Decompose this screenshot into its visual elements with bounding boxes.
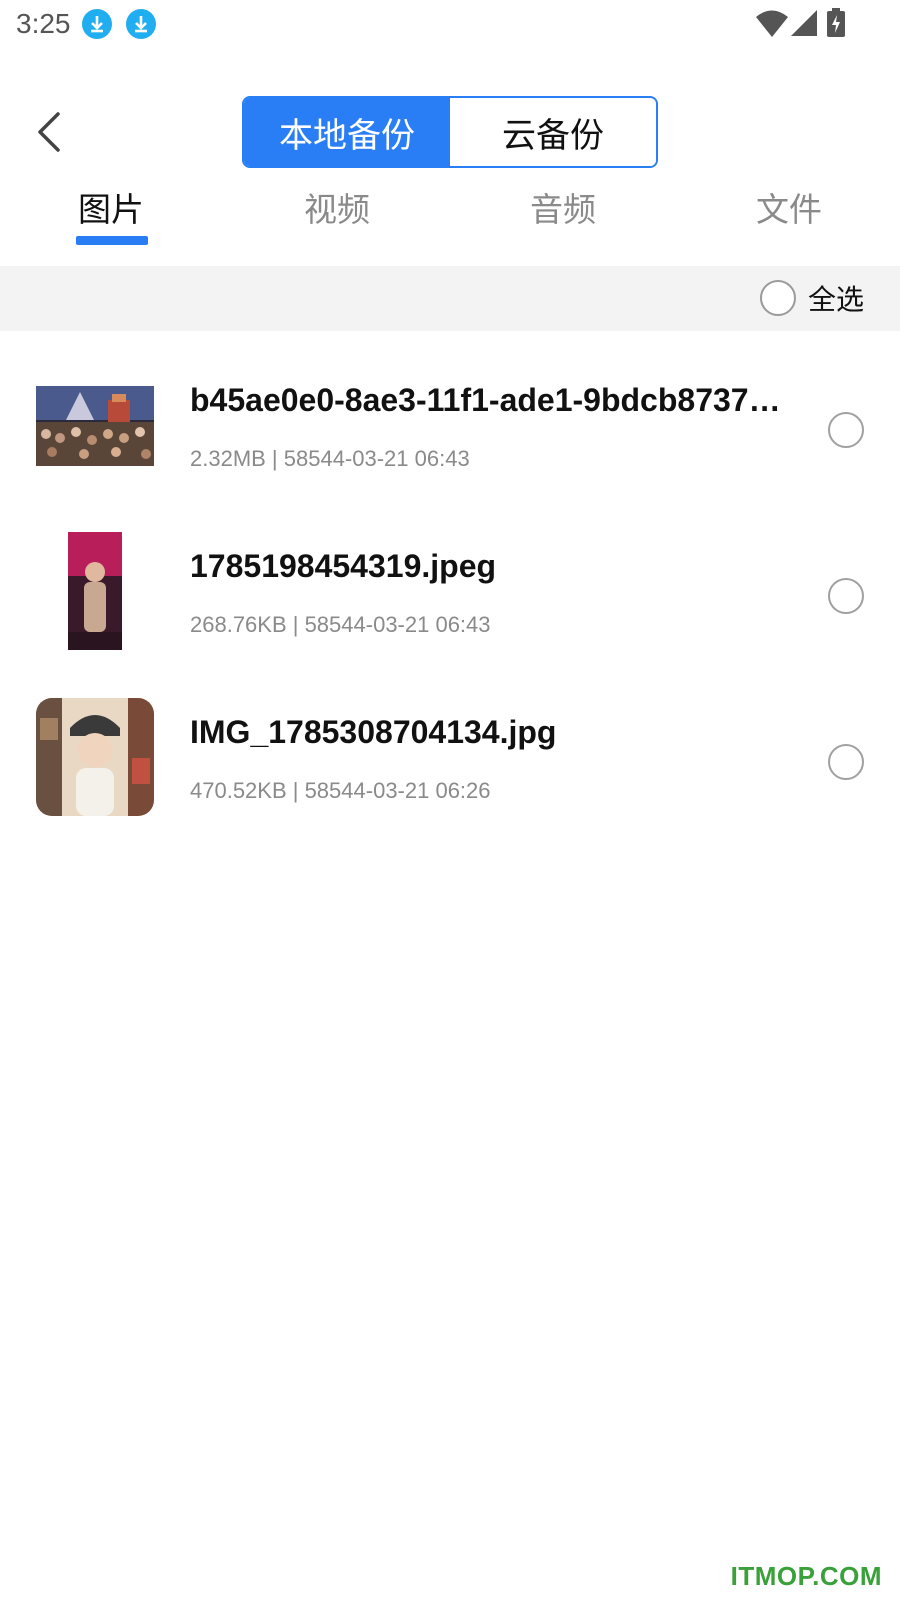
wifi-icon <box>756 8 788 43</box>
status-time: 3:25 <box>16 8 71 39</box>
chevron-left-icon <box>38 112 60 152</box>
select-all-bar: 全选 <box>0 266 900 331</box>
battery-charging-icon <box>826 8 846 43</box>
status-bar: 3:25 <box>0 0 900 48</box>
backup-source-toggle: 本地备份 云备份 <box>242 96 658 168</box>
select-all-radio[interactable] <box>759 280 796 316</box>
file-name: b45ae0e0-8ae3-11f1-ade1-9bdcb8737… <box>190 382 781 418</box>
file-meta: 2.32MB | 58544-03-21 06:43 <box>190 446 470 471</box>
file-select-radio[interactable] <box>828 412 864 448</box>
list-item[interactable]: 1785198454319.jpeg 268.76KB | 58544-03-2… <box>0 532 900 688</box>
segment-cloud-backup[interactable]: 云备份 <box>450 98 656 166</box>
download-icon <box>126 9 156 39</box>
signal-icon <box>790 8 818 43</box>
file-meta: 470.52KB | 58544-03-21 06:26 <box>190 778 491 803</box>
list-item[interactable]: b45ae0e0-8ae3-11f1-ade1-9bdcb8737… 2.32M… <box>0 382 900 522</box>
segment-local-backup[interactable]: 本地备份 <box>244 98 450 166</box>
list-item[interactable]: IMG_1785308704134.jpg 470.52KB | 58544-0… <box>0 698 900 854</box>
select-all-label: 全选 <box>807 283 864 316</box>
watermark: ITMOP.COM <box>730 1561 882 1591</box>
file-name: 1785198454319.jpeg <box>190 548 497 584</box>
file-name: IMG_1785308704134.jpg <box>190 714 557 750</box>
active-tab-indicator <box>76 236 148 245</box>
select-all-toggle[interactable]: 全选 <box>759 276 864 320</box>
back-button[interactable] <box>30 108 74 156</box>
tab-videos[interactable]: 视频 <box>262 188 412 232</box>
file-thumbnail <box>36 386 154 466</box>
tab-audio[interactable]: 音频 <box>488 188 638 232</box>
tab-images[interactable]: 图片 <box>36 188 186 232</box>
file-select-radio[interactable] <box>828 578 864 614</box>
file-select-radio[interactable] <box>828 744 864 780</box>
file-meta: 268.76KB | 58544-03-21 06:43 <box>190 612 491 637</box>
tab-files[interactable]: 文件 <box>714 188 864 232</box>
file-thumbnail <box>68 532 122 650</box>
download-icon <box>82 9 112 39</box>
file-thumbnail <box>36 698 154 816</box>
